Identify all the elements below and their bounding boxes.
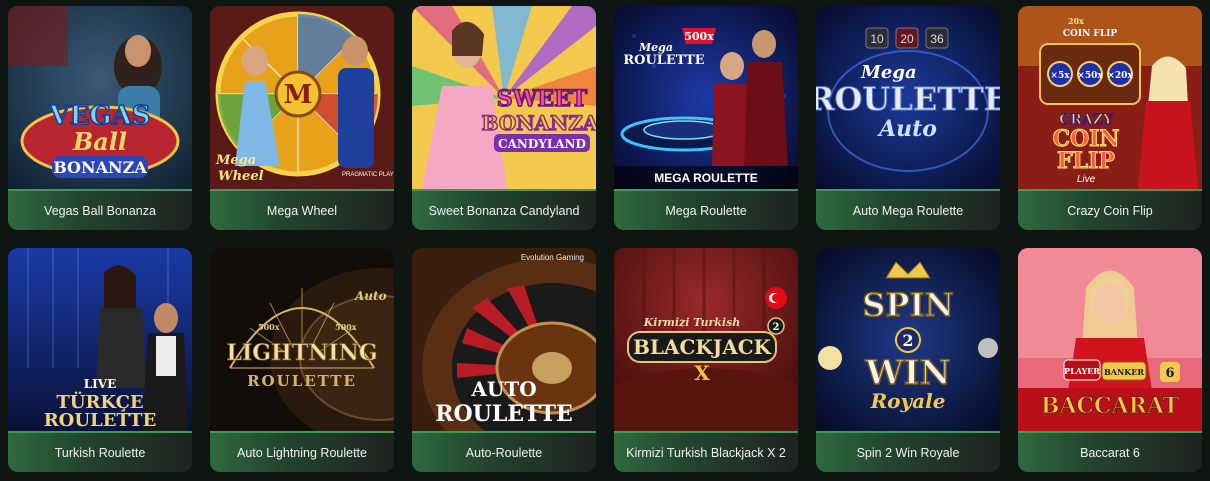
- art-text: ×5x: [1050, 71, 1070, 81]
- game-thumbnail[interactable]: Evolution Gaming AUTO ROULETTE: [412, 248, 596, 431]
- game-title: Crazy Coin Flip: [1018, 189, 1202, 230]
- art-text: Kirmizi Turkish: [643, 316, 741, 329]
- game-thumbnail[interactable]: LIVE TÜRKÇE ROULETTE: [8, 248, 192, 431]
- game-title: Mega Roulette: [614, 189, 798, 230]
- game-card-mega-wheel[interactable]: M Mega Wheel PRAGMATIC PLAY Mega Wheel: [210, 6, 394, 230]
- art-text: Auto: [354, 289, 387, 303]
- art-text: ROULETTE: [247, 372, 357, 390]
- game-thumbnail[interactable]: Kirmizi Turkish 2 BLACKJACK X: [614, 248, 798, 431]
- game-thumbnail[interactable]: SPIN 2 WIN Royale: [816, 248, 1000, 431]
- game-thumbnail[interactable]: PLAYER BANKER 6 BACCARAT: [1018, 248, 1202, 431]
- art-text: FLIP: [1057, 148, 1115, 174]
- art-text: BLACKJACK: [633, 335, 772, 359]
- art-text: Wheel: [218, 169, 264, 184]
- art-text: Mega: [215, 153, 256, 168]
- game-title: Auto Mega Roulette: [816, 189, 1000, 230]
- game-title: Baccarat 6: [1018, 431, 1202, 472]
- game-title: Spin 2 Win Royale: [816, 431, 1000, 472]
- game-title: Kirmizi Turkish Blackjack X 2: [614, 431, 798, 472]
- art-text: Auto: [877, 116, 937, 142]
- game-card-sweet-bonanza-candyland[interactable]: SWEET BONANZA CANDYLAND Sweet Bonanza Ca…: [412, 6, 596, 230]
- art-text: BONANZA: [482, 111, 596, 135]
- game-title: Sweet Bonanza Candyland: [412, 189, 596, 230]
- art-text: 20: [900, 32, 914, 46]
- game-card-spin-2-win-royale[interactable]: SPIN 2 WIN Royale Spin 2 Win Royale: [816, 248, 1000, 472]
- game-title: Turkish Roulette: [8, 431, 192, 472]
- art-text: 20x: [1068, 16, 1084, 26]
- game-thumbnail[interactable]: M Mega Wheel PRAGMATIC PLAY: [210, 6, 394, 189]
- art-text: LIGHTNING: [226, 340, 377, 366]
- art-text: SPIN: [862, 286, 953, 324]
- game-card-crazy-coin-flip[interactable]: ×5x ×50x ×20x 20x COIN FLIP CRAZY COIN F…: [1018, 6, 1202, 230]
- art-text: BANKER: [1104, 367, 1144, 377]
- art-text: PLAYER: [1064, 366, 1100, 376]
- game-title: Auto-Roulette: [412, 431, 596, 472]
- game-thumbnail[interactable]: VEGAS Ball BONANZA: [8, 6, 192, 189]
- art-text: WIN: [864, 353, 950, 393]
- art-text: 2: [902, 331, 913, 350]
- art-text: Evolution Gaming: [521, 253, 584, 262]
- art-text: AUTO: [470, 377, 536, 401]
- art-text: ROULETTE: [816, 80, 1000, 118]
- game-title: Mega Wheel: [210, 189, 394, 230]
- game-card-vegas-ball-bonanza[interactable]: VEGAS Ball BONANZA Vegas Ball Bonanza: [8, 6, 192, 230]
- art-text: 36: [930, 32, 944, 46]
- art-text: MEGA ROULETTE: [654, 171, 758, 185]
- art-text: M: [284, 80, 313, 110]
- art-text: BACCARAT: [1041, 393, 1180, 419]
- art-text: PRAGMATIC PLAY: [342, 172, 394, 178]
- art-text: 2: [773, 322, 780, 333]
- game-card-kirmizi-turkish-blackjack[interactable]: Kirmizi Turkish 2 BLACKJACK X Kirmizi Tu…: [614, 248, 798, 472]
- game-thumbnail[interactable]: ×5x ×50x ×20x 20x COIN FLIP CRAZY COIN F…: [1018, 6, 1202, 189]
- art-text: Ball: [72, 127, 127, 156]
- art-text: Live: [1077, 174, 1096, 185]
- art-text: 500x: [335, 322, 357, 332]
- game-grid: VEGAS Ball BONANZA Vegas Ball Bonanza M …: [8, 6, 1202, 472]
- art-text: CANDYLAND: [498, 137, 586, 151]
- art-text: 10: [870, 32, 884, 46]
- art-text: SWEET: [497, 86, 588, 112]
- art-text: Royale: [870, 389, 946, 413]
- art-text: ROULETTE: [435, 401, 573, 427]
- game-thumbnail[interactable]: 10 20 36 Mega ROULETTE Auto: [816, 6, 1000, 189]
- game-thumbnail[interactable]: SWEET BONANZA CANDYLAND: [412, 6, 596, 189]
- game-card-auto-lightning-roulette[interactable]: Auto 500x 500x LIGHTNING ROULETTE Auto L…: [210, 248, 394, 472]
- game-card-baccarat-6[interactable]: PLAYER BANKER 6 BACCARAT Baccarat 6: [1018, 248, 1202, 472]
- game-title: Auto Lightning Roulette: [210, 431, 394, 472]
- game-card-auto-mega-roulette[interactable]: 10 20 36 Mega ROULETTE Auto Auto Mega Ro…: [816, 6, 1000, 230]
- game-thumbnail[interactable]: Auto 500x 500x LIGHTNING ROULETTE: [210, 248, 394, 431]
- game-card-mega-roulette[interactable]: 500x Mega ROULETTE MEGA ROULETTE Mega Ro…: [614, 6, 798, 230]
- art-text: X: [694, 361, 710, 385]
- game-card-turkish-roulette[interactable]: LIVE TÜRKÇE ROULETTE Turkish Roulette: [8, 248, 192, 472]
- art-text: BONANZA: [53, 158, 147, 177]
- art-text: ×50x: [1077, 71, 1103, 81]
- art-text: 500x: [258, 322, 280, 332]
- art-text: LIVE: [84, 377, 117, 391]
- game-thumbnail[interactable]: 500x Mega ROULETTE MEGA ROULETTE: [614, 6, 798, 189]
- art-text: COIN FLIP: [1063, 29, 1118, 39]
- art-text: ROULETTE: [44, 410, 157, 431]
- game-card-auto-roulette[interactable]: Evolution Gaming AUTO ROULETTE Auto-Roul…: [412, 248, 596, 472]
- art-text: 500x: [684, 30, 714, 43]
- art-text: ×20x: [1107, 71, 1133, 81]
- art-text: 6: [1165, 366, 1174, 381]
- game-title: Vegas Ball Bonanza: [8, 189, 192, 230]
- art-text: ROULETTE: [623, 53, 704, 68]
